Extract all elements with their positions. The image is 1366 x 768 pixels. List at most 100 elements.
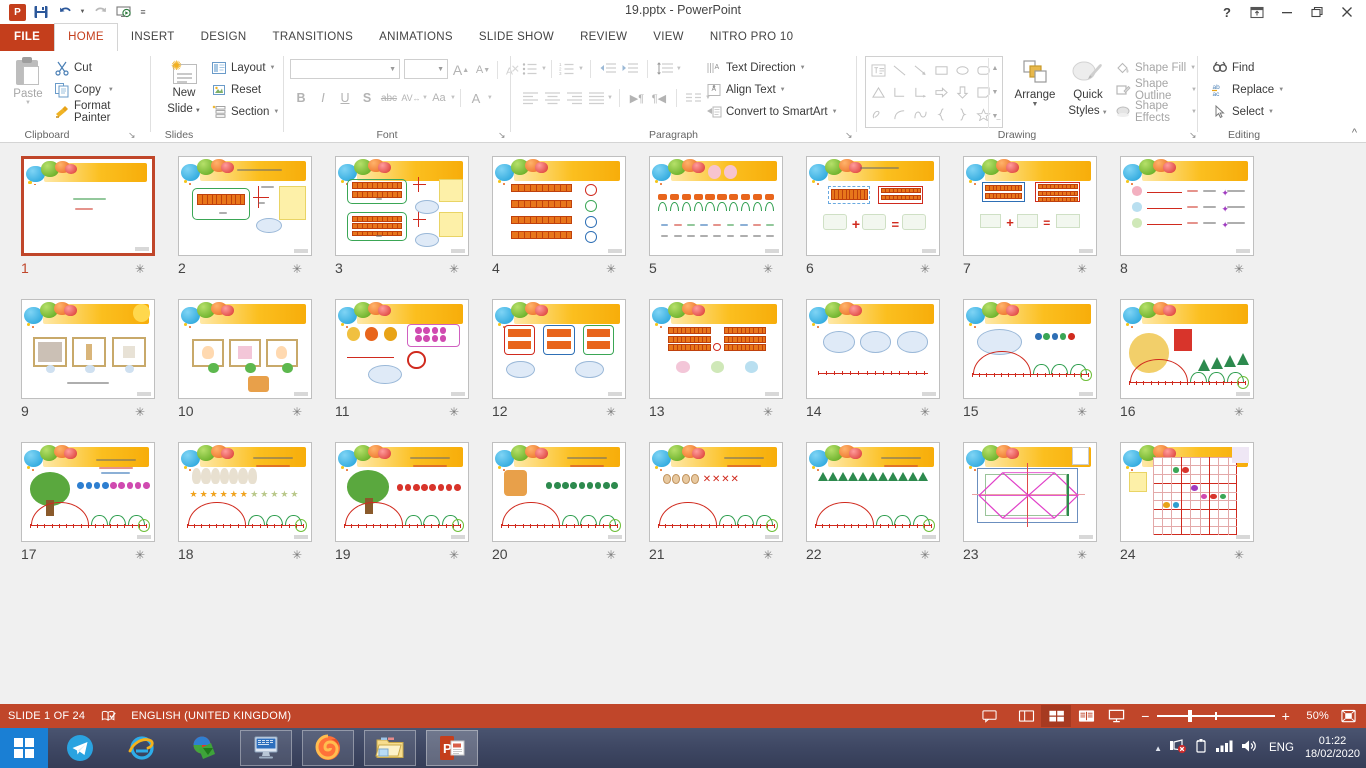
slide-thumbnail-1[interactable]: 1✳ [21, 156, 155, 284]
keyboard-app-taskbar-icon[interactable] [240, 730, 292, 766]
slide-thumbnail-image[interactable]: ★★★★★★★★★★★ [178, 442, 312, 542]
slide-thumbnail-image[interactable]: ✦✦✦ [1120, 156, 1254, 256]
slide-thumbnail-15[interactable]: 15✳ [963, 299, 1097, 427]
clock[interactable]: 01:22 18/02/2020 [1305, 735, 1360, 761]
change-case-dropdown-icon[interactable]: ▼ [450, 95, 456, 101]
slide-thumbnail-image[interactable] [21, 156, 155, 256]
zoom-level[interactable]: 50% [1299, 710, 1329, 722]
show-hidden-icons-button[interactable]: ▲ [1154, 744, 1162, 753]
slide-thumbnail-image[interactable] [335, 442, 469, 542]
network-error-icon[interactable] [1169, 738, 1187, 759]
zoom-slider-thumb[interactable] [1188, 710, 1192, 722]
slide-transition-star-icon[interactable]: ✳ [1077, 548, 1087, 562]
text-shadow-button[interactable]: S [356, 87, 378, 109]
character-spacing-button[interactable]: AV↔ [400, 87, 422, 109]
grow-font-button[interactable]: A▲ [450, 59, 472, 81]
slide-thumbnail-23[interactable]: 23✳ [963, 442, 1097, 570]
reset-button[interactable]: Reset [211, 79, 279, 101]
line-spacing-dropdown-icon[interactable]: ▼ [676, 66, 682, 72]
slide-transition-star-icon[interactable]: ✳ [1234, 548, 1244, 562]
underline-button[interactable]: U [334, 87, 356, 109]
collapse-ribbon-button[interactable]: ^ [1352, 127, 1357, 139]
zoom-in-button[interactable]: + [1282, 708, 1290, 724]
slide-transition-star-icon[interactable]: ✳ [449, 548, 459, 562]
align-right-button[interactable] [563, 87, 585, 109]
shape-right-arrow-icon[interactable] [931, 81, 952, 103]
slide-thumbnail-9[interactable]: 9✳ [21, 299, 155, 427]
tab-home[interactable]: HOME [54, 23, 118, 51]
align-center-button[interactable] [541, 87, 563, 109]
justify-dropdown-icon[interactable]: ▼ [607, 95, 613, 101]
window-controls[interactable]: ? [1212, 0, 1362, 24]
slide-thumbnail-image[interactable]: + = [806, 156, 940, 256]
replace-button[interactable]: abac Replace ▼ [1212, 79, 1284, 101]
comments-icon[interactable] [982, 709, 997, 723]
shrink-font-button[interactable]: A▼ [472, 59, 494, 81]
select-button[interactable]: Select ▼ [1212, 101, 1284, 123]
start-button[interactable] [0, 728, 48, 768]
strikethrough-button[interactable]: abc [378, 87, 400, 109]
tab-file[interactable]: FILE [0, 24, 54, 51]
slide-thumbnail-image[interactable] [492, 442, 626, 542]
shape-arc-icon[interactable] [889, 103, 910, 125]
numbering-dropdown-icon[interactable]: ▼ [578, 66, 584, 72]
tab-review[interactable]: REVIEW [567, 24, 640, 51]
shape-oval-icon[interactable] [952, 59, 973, 81]
slide-thumbnail-21[interactable]: ✕✕✕✕21✳ [649, 442, 783, 570]
text-direction-dropdown-icon[interactable]: ▼ [800, 65, 806, 71]
internet-download-manager-taskbar-icon[interactable] [182, 730, 226, 766]
slide-transition-star-icon[interactable]: ✳ [606, 405, 616, 419]
replace-dropdown-icon[interactable]: ▼ [1278, 87, 1284, 93]
slide-thumbnail-16[interactable]: 16✳ [1120, 299, 1254, 427]
change-case-button[interactable]: Aa [428, 87, 450, 109]
layout-button[interactable]: Layout ▼ [211, 57, 279, 79]
ribbon-display-options-icon[interactable] [1242, 1, 1272, 23]
slide-thumbnail-image[interactable] [335, 299, 469, 399]
quick-styles-button[interactable]: Quick Styles▼ [1063, 55, 1113, 119]
spelling-check-icon[interactable] [101, 709, 117, 723]
shape-scribble-icon[interactable] [868, 103, 889, 125]
slide-transition-star-icon[interactable]: ✳ [449, 262, 459, 276]
telegram-taskbar-icon[interactable] [58, 730, 102, 766]
slide-thumbnail-7[interactable]: + = 7✳ [963, 156, 1097, 284]
slide-transition-star-icon[interactable]: ✳ [449, 405, 459, 419]
slide-transition-star-icon[interactable]: ✳ [920, 405, 930, 419]
slide-thumbnail-5[interactable]: 5✳ [649, 156, 783, 284]
align-left-button[interactable] [519, 87, 541, 109]
signal-icon[interactable] [1215, 738, 1233, 759]
slide-thumbnail-image[interactable] [649, 156, 783, 256]
slide-transition-star-icon[interactable]: ✳ [606, 548, 616, 562]
bullets-button[interactable] [519, 58, 541, 80]
file-explorer-taskbar-icon[interactable] [364, 730, 416, 766]
slide-transition-star-icon[interactable]: ✳ [1077, 405, 1087, 419]
slide-thumbnail-image[interactable] [649, 299, 783, 399]
layout-dropdown-icon[interactable]: ▼ [270, 65, 276, 71]
shape-down-arrow-icon[interactable] [952, 81, 973, 103]
slide-thumbnail-image[interactable] [963, 299, 1097, 399]
font-size-input[interactable]: ▼ [404, 59, 448, 79]
shape-outline-button[interactable]: Shape Outline ▼ [1115, 79, 1197, 101]
shape-elbow-arrow-icon[interactable] [910, 81, 931, 103]
powerpoint-taskbar-icon[interactable]: P [426, 730, 478, 766]
slide-transition-star-icon[interactable]: ✳ [763, 548, 773, 562]
justify-button[interactable] [585, 87, 607, 109]
shape-triangle-icon[interactable] [868, 81, 889, 103]
quick-styles-dropdown-icon[interactable]: ▼ [1102, 110, 1108, 116]
increase-indent-button[interactable] [619, 58, 641, 80]
columns-button[interactable] [683, 87, 705, 109]
tab-transitions[interactable]: TRANSITIONS [260, 24, 367, 51]
slide-transition-star-icon[interactable]: ✳ [763, 405, 773, 419]
system-tray[interactable]: ▲ ENG 01:22 18/02/2020 [1154, 728, 1360, 768]
slide-thumbnail-8[interactable]: ✦✦✦8✳ [1120, 156, 1254, 284]
new-slide-button[interactable]: ✺ New Slide▼ [159, 55, 209, 117]
slide-thumbnail-image[interactable]: + = [963, 156, 1097, 256]
decrease-indent-button[interactable] [597, 58, 619, 80]
slide-transition-star-icon[interactable]: ✳ [1077, 262, 1087, 276]
convert-to-smartart-button[interactable]: Convert to SmartArt ▼ [706, 101, 838, 123]
ltr-text-direction-button[interactable]: ▶¶ [626, 87, 648, 109]
select-dropdown-icon[interactable]: ▼ [1268, 109, 1274, 115]
numbering-button[interactable]: 123 [556, 58, 578, 80]
shapes-grid[interactable] [866, 57, 1002, 125]
slide-thumbnail-11[interactable]: 11✳ [335, 299, 469, 427]
format-painter-button[interactable]: Format Painter [54, 101, 150, 123]
